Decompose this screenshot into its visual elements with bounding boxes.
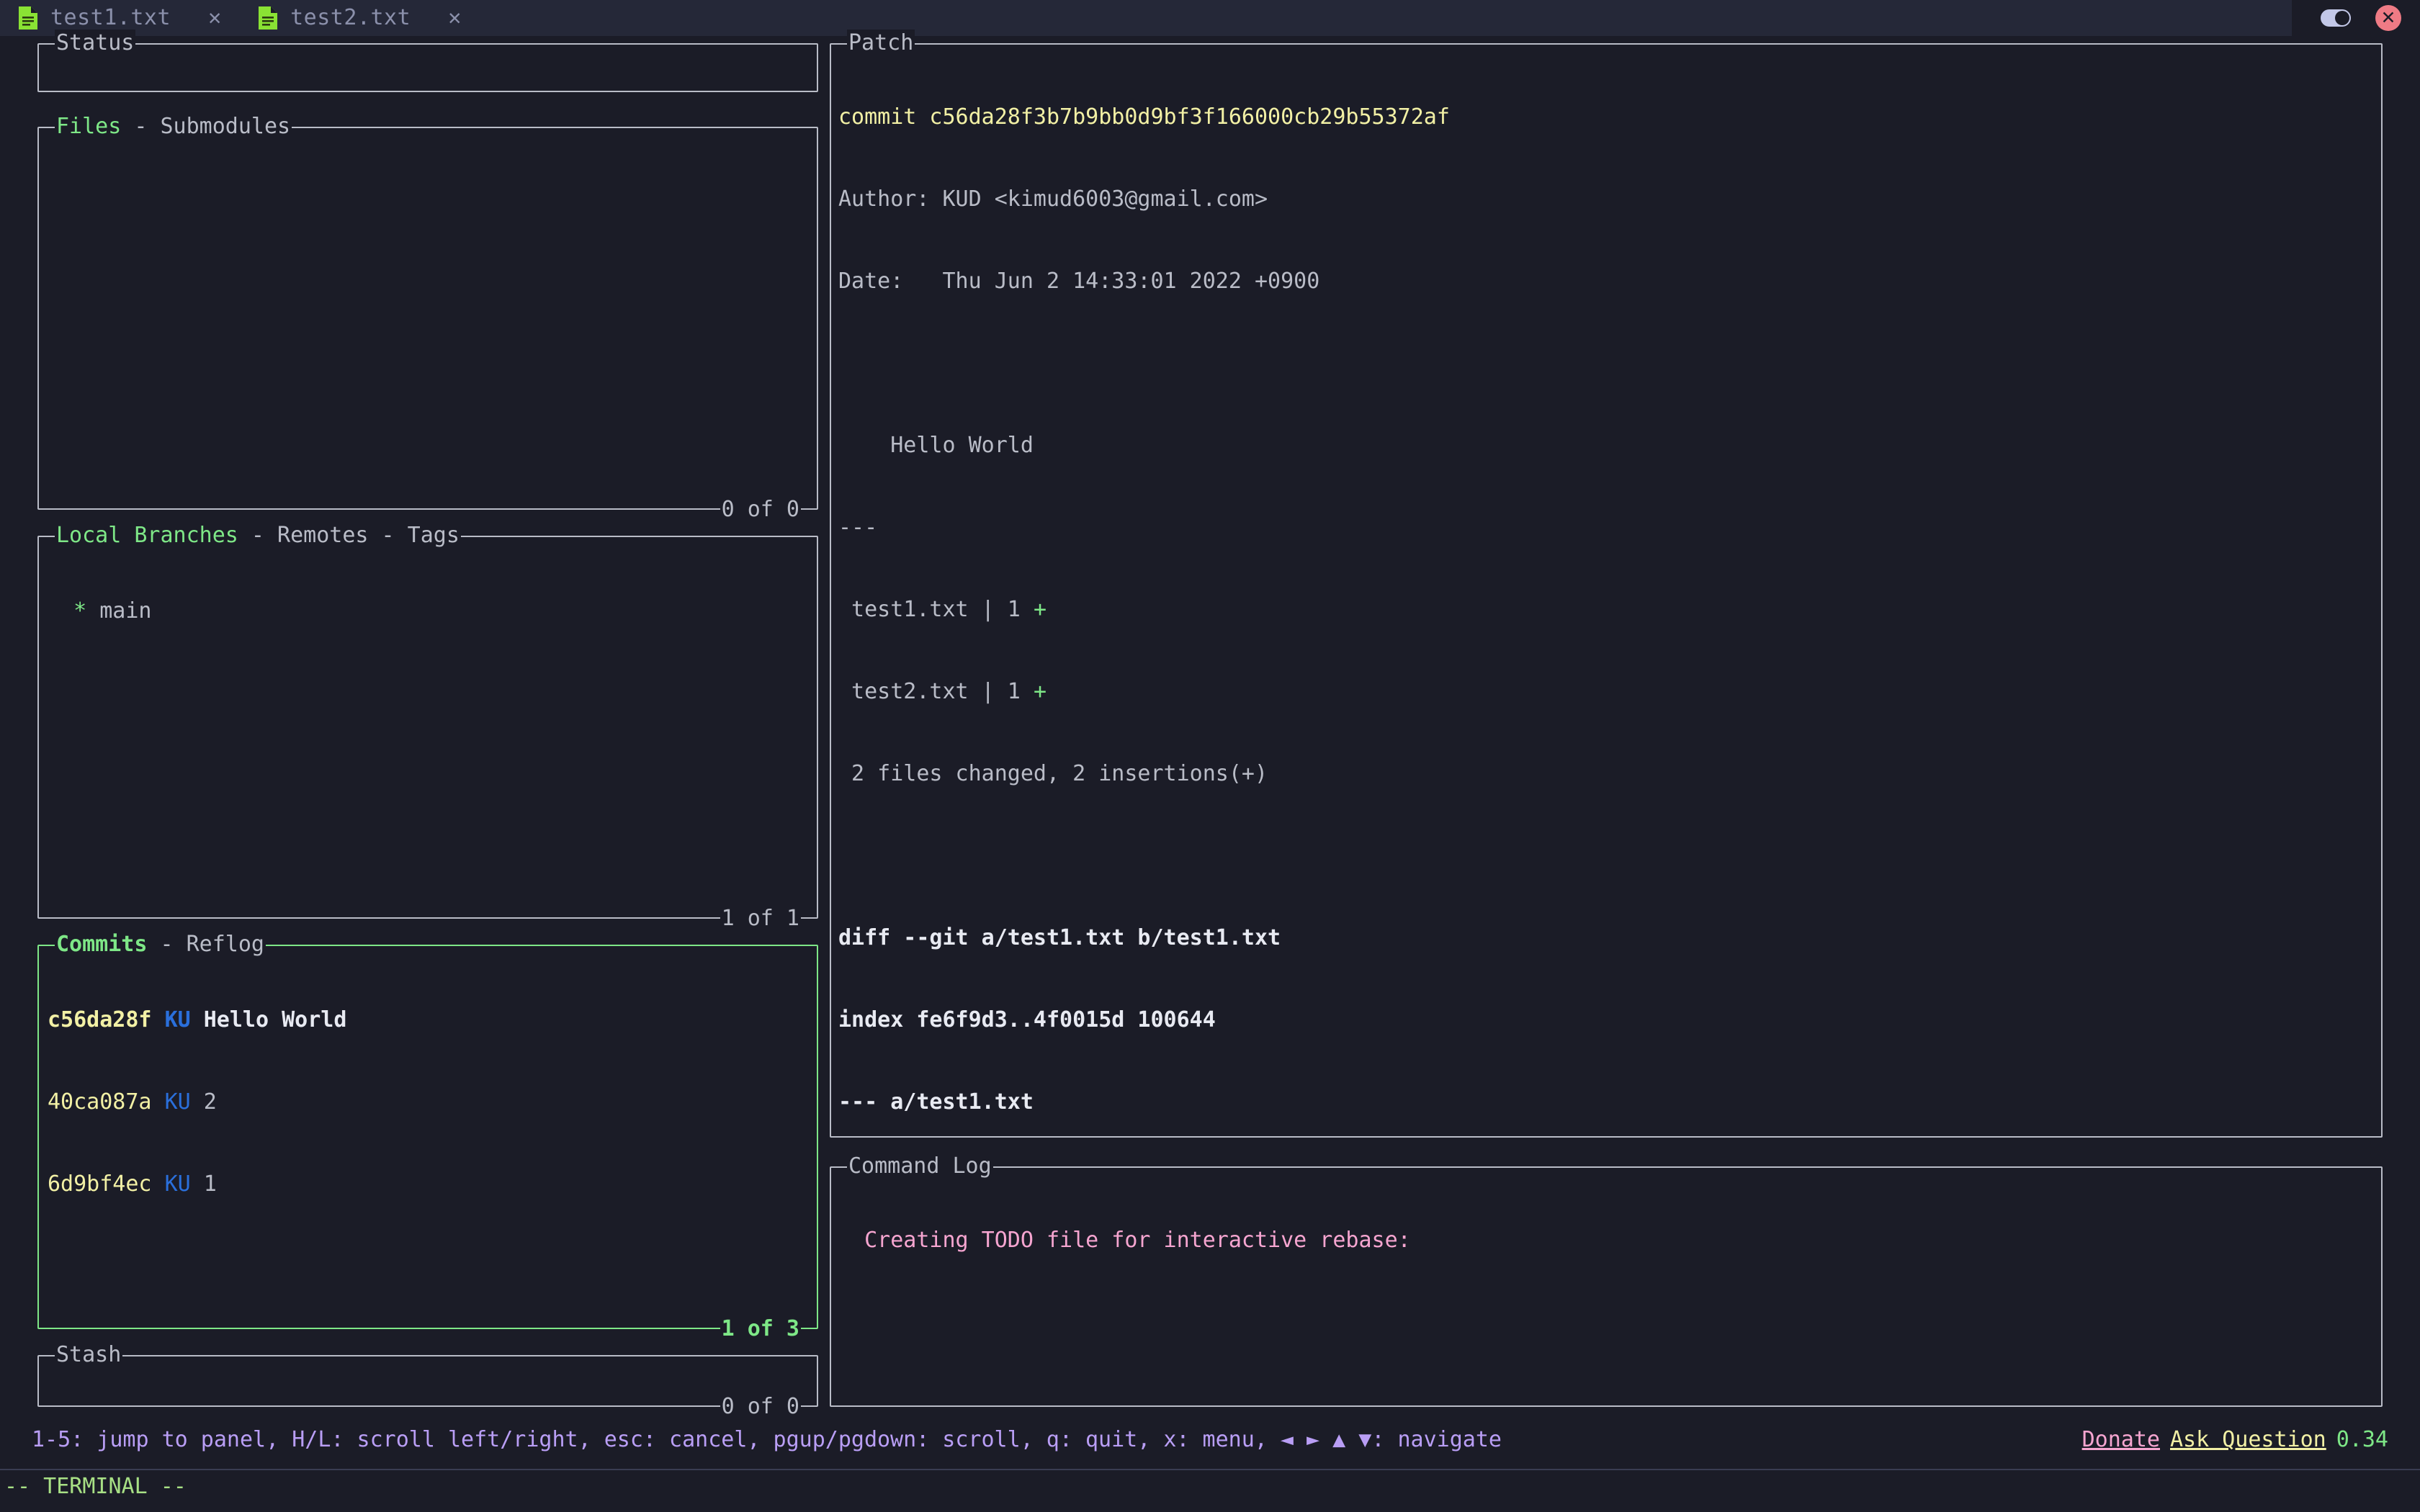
branches-panel[interactable]: Local Branches - Remotes - Tags * main 1…	[37, 536, 818, 919]
tab-bar-controls: ✕	[2292, 0, 2420, 36]
commit-author: KU	[165, 1089, 191, 1115]
patch-stat-plus: +	[1034, 679, 1047, 704]
files-panel[interactable]: Files - Submodules 0 of 0	[37, 127, 818, 510]
ask-question-link[interactable]: Ask Question	[2170, 1426, 2326, 1454]
patch-line: Hello World	[838, 432, 2372, 459]
file-icon	[259, 6, 277, 30]
table-row[interactable]: 40ca087a KU 2	[48, 1089, 808, 1116]
patch-line	[838, 842, 2372, 870]
patch-line: ---	[838, 514, 2372, 541]
commit-sha: 6d9bf4ec	[48, 1171, 152, 1197]
patch-panel[interactable]: Patch commit c56da28f3b7b9bb0d9bf3f16600…	[830, 43, 2383, 1138]
stash-panel-body	[39, 1356, 817, 1405]
tab-bar: test1.txt ✕ test2.txt ✕ ✕	[0, 0, 2420, 36]
status-panel-body: ↑?↓? gittest → main	[39, 45, 817, 91]
commits-panel[interactable]: Commits - Reflog c56da28f KU Hello World…	[37, 945, 818, 1329]
command-log-panel-body: Creating TODO file for interactive rebas…	[831, 1168, 2381, 1405]
table-row[interactable]: 6d9bf4ec KU 1	[48, 1171, 808, 1198]
command-log-panel[interactable]: Command Log Creating TODO file for inter…	[830, 1166, 2383, 1407]
commit-author: KU	[165, 1007, 191, 1032]
commit-author: KU	[165, 1171, 191, 1197]
patch-line: --- a/test1.txt	[838, 1089, 2372, 1116]
patch-stat-plus: +	[1034, 597, 1047, 622]
theme-toggle-icon[interactable]	[2321, 9, 2351, 27]
donate-link[interactable]: Donate	[2082, 1426, 2160, 1454]
command-log-line	[838, 1391, 2372, 1405]
command-log-line: Creating TODO file for interactive rebas…	[838, 1227, 2372, 1254]
commit-sha: c56da28f	[48, 1007, 152, 1032]
tab-label: test1.txt	[50, 4, 171, 32]
patch-line: 2 files changed, 2 insertions(+)	[838, 760, 2372, 788]
commit-subject: Hello World	[204, 1007, 347, 1032]
branches-panel-body: * main	[39, 537, 817, 917]
patch-stat-file: test1.txt | 1	[838, 597, 1034, 622]
table-row[interactable]: c56da28f KU Hello World	[48, 1007, 808, 1034]
version-label: 0.34	[2336, 1426, 2388, 1454]
patch-line: Author: KUD <kimud6003@gmail.com>	[838, 186, 2372, 213]
modeline-separator	[0, 1469, 2420, 1470]
patch-line: diff --git a/test1.txt b/test1.txt	[838, 924, 2372, 952]
close-icon[interactable]: ✕	[184, 4, 240, 32]
status-bar-links: Donate Ask Question 0.34	[2082, 1426, 2420, 1454]
tab-label: test2.txt	[290, 4, 411, 32]
terminal-mode-label: -- TERMINAL --	[0, 1473, 2420, 1506]
close-icon[interactable]: ✕	[424, 4, 480, 32]
commits-panel-count: 1 of 3	[720, 1315, 801, 1343]
patch-panel-body: commit c56da28f3b7b9bb0d9bf3f166000cb29b…	[831, 45, 2381, 1136]
status-bar: 1-5: jump to panel, H/L: scroll left/rig…	[0, 1424, 2420, 1456]
file-icon	[19, 6, 37, 30]
status-panel[interactable]: Status ↑?↓? gittest → main	[37, 43, 818, 92]
branch-name: main	[99, 598, 151, 624]
branch-current-marker: *	[73, 598, 86, 624]
close-window-icon[interactable]: ✕	[2375, 5, 2401, 31]
patch-line: test1.txt | 1 +	[838, 596, 2372, 624]
patch-line: Date: Thu Jun 2 14:33:01 2022 +0900	[838, 268, 2372, 295]
list-item[interactable]: * main	[48, 598, 808, 625]
patch-line	[838, 350, 2372, 377]
tab-test2[interactable]: test2.txt ✕	[240, 0, 480, 36]
patch-line: commit c56da28f3b7b9bb0d9bf3f166000cb29b…	[838, 104, 2372, 131]
patch-line: test2.txt | 1 +	[838, 678, 2372, 706]
patch-stat-file: test2.txt | 1	[838, 679, 1034, 704]
branches-panel-count: 1 of 1	[720, 905, 801, 932]
stash-panel[interactable]: Stash 0 of 0	[37, 1355, 818, 1407]
commits-panel-body: c56da28f KU Hello World 40ca087a KU 2 6d…	[39, 946, 817, 1328]
commit-sha: 40ca087a	[48, 1089, 152, 1115]
stash-panel-count: 0 of 0	[720, 1393, 801, 1421]
commit-subject: 1	[204, 1171, 217, 1197]
files-panel-count: 0 of 0	[720, 496, 801, 523]
commit-subject: 2	[204, 1089, 217, 1115]
command-log-line	[838, 1309, 2372, 1336]
keybinding-hints: 1-5: jump to panel, H/L: scroll left/rig…	[0, 1426, 1502, 1454]
files-panel-body	[39, 128, 817, 508]
patch-line: index fe6f9d3..4f0015d 100644	[838, 1007, 2372, 1034]
